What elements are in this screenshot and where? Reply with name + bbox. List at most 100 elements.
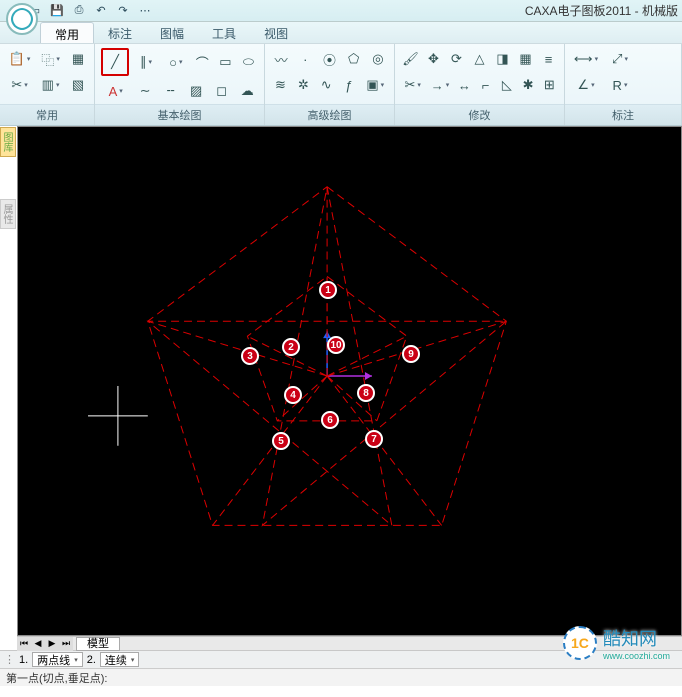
group-modify: 🖌 ✥ ⟳ △ ◨ ▦ ≡ ✂ → ↔ ⌐ ◺ ✱ ⊞ 修改	[395, 44, 565, 125]
window-title: CAXA电子图板2011 - 机械版	[525, 2, 678, 19]
erase-icon[interactable]: 🖌	[401, 48, 420, 70]
format-icon[interactable]: ▧	[68, 74, 88, 96]
prop2-dropdown[interactable]: 连续	[100, 652, 140, 667]
group-basicdraw: ╱ ∥ ○ ⌒ ▭ ⬭ A ∼ ╌ ▨ ◻ ☁ 基本绘图	[95, 44, 265, 125]
group-label: 标注	[565, 104, 681, 125]
mirror-icon[interactable]: △	[470, 48, 489, 70]
tab-common[interactable]: 常用	[40, 22, 94, 43]
dim-ang-icon[interactable]: ∠	[571, 74, 601, 96]
wave-icon[interactable]: ≋	[271, 74, 290, 96]
rotate-icon[interactable]: ⟳	[447, 48, 466, 70]
polygon-icon[interactable]: ⬠	[344, 48, 364, 70]
centerline-icon[interactable]: ╌	[160, 80, 182, 102]
tab-tools[interactable]: 工具	[198, 22, 250, 43]
align-icon[interactable]: ⊞	[541, 74, 558, 96]
left-tab-2[interactable]: 属性	[0, 199, 16, 229]
tab-first-icon[interactable]: ⏮	[17, 637, 31, 651]
model-tab[interactable]: 模型	[76, 637, 120, 651]
text-icon[interactable]: A	[101, 80, 130, 102]
redo-icon[interactable]: ↷	[114, 2, 132, 20]
donut-icon[interactable]: ◎	[368, 48, 388, 70]
dim-rad-icon[interactable]: R	[605, 74, 635, 96]
prop1-dropdown[interactable]: 两点线	[32, 652, 83, 667]
tab-next-icon[interactable]: ▶	[45, 637, 59, 651]
group-common: 📋 ⿻ ▦ ✂ ▥ ▧ 常用	[0, 44, 95, 125]
drawing-canvas[interactable]: 1 2 3 4 5 6 7 8 9 10	[17, 126, 682, 636]
marker-10: 10	[327, 336, 345, 354]
break-icon[interactable]: ⦿	[319, 48, 339, 70]
marker-3: 3	[241, 347, 259, 365]
group-label: 高级绘图	[265, 104, 394, 125]
undo-icon[interactable]: ↶	[92, 2, 110, 20]
paste-icon[interactable]: 📋	[6, 48, 33, 70]
ribbon: 📋 ⿻ ▦ ✂ ▥ ▧ 常用 ╱ ∥ ○ ⌒ ▭ ⬭	[0, 44, 682, 126]
dim-align-icon[interactable]: ⤢	[605, 48, 635, 70]
block-icon[interactable]: ▣	[362, 74, 388, 96]
fillet-icon[interactable]: ⌐	[477, 74, 494, 96]
drawing-svg	[18, 127, 681, 635]
qat-more-icon[interactable]: ⋯	[136, 2, 154, 20]
group-label: 修改	[395, 104, 564, 125]
marker-7: 7	[365, 430, 383, 448]
array-icon[interactable]: ▦	[516, 48, 535, 70]
parallel-icon[interactable]: ∥	[133, 51, 159, 73]
circle-icon[interactable]: ○	[163, 51, 189, 73]
left-tab-1[interactable]: 图库	[0, 127, 16, 157]
save-icon[interactable]: 💾	[48, 2, 66, 20]
marker-5: 5	[272, 432, 290, 450]
marker-1: 1	[319, 281, 337, 299]
props-icon[interactable]: ▥	[37, 74, 64, 96]
rect-icon[interactable]: ▭	[216, 51, 235, 73]
scale-icon[interactable]: ◨	[493, 48, 512, 70]
dim-linear-icon[interactable]: ⟷	[571, 48, 601, 70]
tab-view[interactable]: 视图	[250, 22, 302, 43]
polyline-icon[interactable]: ∼	[134, 80, 156, 102]
cloud-icon[interactable]: ☁	[236, 80, 258, 102]
tab-last-icon[interactable]: ⏭	[59, 637, 73, 651]
trim-icon[interactable]: ✂	[401, 74, 424, 96]
marker-6: 6	[321, 411, 339, 429]
tab-prev-icon[interactable]: ◀	[31, 637, 45, 651]
app-menu-button[interactable]	[5, 2, 39, 40]
curve-icon[interactable]: ∿	[317, 74, 336, 96]
tab-annotate[interactable]: 标注	[94, 22, 146, 43]
group-dim: ⟷ ⤢ ∠ R 标注	[565, 44, 682, 125]
watermark-logo: 1C	[563, 626, 597, 660]
marker-8: 8	[357, 384, 375, 402]
chamfer-icon[interactable]: ◺	[498, 74, 515, 96]
offset-icon[interactable]: ≡	[539, 48, 558, 70]
watermark: 1C 酷知网 www.coozhi.com	[555, 621, 678, 665]
gear-icon[interactable]: ✲	[294, 74, 313, 96]
status-bar: 第一点(切点,垂足点):	[0, 668, 682, 686]
stretch-icon[interactable]: ↔	[456, 74, 473, 96]
group-label: 基本绘图	[95, 104, 264, 125]
copy-icon[interactable]: ⿻	[37, 48, 64, 70]
status-text: 第一点(切点,垂足点):	[6, 670, 107, 686]
match-icon[interactable]: ▦	[68, 48, 88, 70]
line-tool-highlight: ╱	[101, 48, 129, 76]
watermark-text: 酷知网 www.coozhi.com	[603, 625, 670, 661]
ellipse-icon[interactable]: ⬭	[239, 51, 258, 73]
marker-2: 2	[282, 338, 300, 356]
left-panel-tabs: 图库 属性	[0, 127, 16, 229]
region-icon[interactable]: ◻	[211, 80, 233, 102]
prop1-label: 1.	[19, 654, 28, 666]
marker-9: 9	[402, 345, 420, 363]
extend-icon[interactable]: →	[428, 74, 451, 96]
ribbon-tabs: 常用 标注 图幅 工具 视图	[0, 22, 682, 44]
cut-icon[interactable]: ✂	[6, 74, 33, 96]
prop2-label: 2.	[87, 654, 96, 666]
arc-icon[interactable]: ⌒	[193, 51, 212, 73]
hatch-icon[interactable]: ▨	[185, 80, 207, 102]
print-icon[interactable]: ⎙	[70, 2, 88, 20]
move-icon[interactable]: ✥	[424, 48, 443, 70]
line-icon[interactable]: ╱	[104, 51, 126, 73]
formula-icon[interactable]: ƒ	[340, 74, 359, 96]
explode-icon[interactable]: ✱	[519, 74, 536, 96]
point-icon[interactable]: ·	[295, 48, 315, 70]
title-bar: ▫ ▭ 💾 ⎙ ↶ ↷ ⋯ CAXA电子图板2011 - 机械版	[0, 0, 682, 22]
marker-4: 4	[284, 386, 302, 404]
group-label: 常用	[0, 104, 94, 125]
spline-icon[interactable]: 〰	[271, 48, 291, 70]
tab-sheet[interactable]: 图幅	[146, 22, 198, 43]
